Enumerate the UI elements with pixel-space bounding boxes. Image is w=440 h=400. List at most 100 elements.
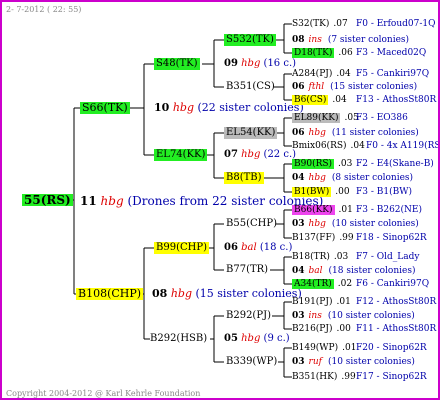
row-id[interactable]: B351(HK): [292, 372, 337, 382]
el74-mark: hbg: [241, 149, 261, 160]
right-ancestor-row: B191(PJ) .01 F12 - AthosSt80R: [292, 296, 436, 308]
b108-info: 08 hbg (15 sister colonies): [152, 288, 302, 300]
copyright: Copyright 2004-2012 @ Karl Kehrle Founda…: [6, 389, 201, 398]
row-id[interactable]: B66(KK): [292, 205, 335, 215]
b292hsb-info: 05 hbg (9 c.): [224, 333, 290, 345]
s66-mark: hbg: [172, 101, 194, 114]
node-b292hsb[interactable]: B292(HSB): [148, 333, 209, 345]
right-ancestor-row: A34(TR) .02 F6 - Cankiri97Q: [292, 278, 429, 290]
row-year: .01: [338, 205, 353, 215]
row-mark: ins: [308, 311, 322, 321]
node-b351cs[interactable]: B351(CS): [224, 81, 277, 93]
node-el74[interactable]: EL74(KK): [154, 149, 208, 161]
row-mark: hbg: [308, 173, 326, 183]
row-year: .99: [339, 233, 354, 243]
row-id[interactable]: B1(BW): [292, 187, 332, 197]
row-mark: fthl: [308, 82, 325, 92]
row-origin: F17 - Sinop62R: [356, 372, 427, 382]
b99-year: 06: [224, 242, 238, 253]
row-note: (15 sister colonies): [330, 82, 418, 92]
row-id[interactable]: Bmix06(RS): [292, 141, 347, 151]
row-note: (7 sister colonies): [327, 35, 410, 45]
row-year: .00: [335, 187, 350, 197]
node-b77[interactable]: B77(TR): [224, 264, 270, 276]
row-id[interactable]: S32(TK): [292, 19, 329, 29]
b99-mark: bal: [241, 242, 257, 253]
node-b55[interactable]: B55(CHP): [224, 218, 279, 230]
b292hsb-year: 05: [224, 333, 238, 344]
row-origin: F0 - Erfoud07-1Q: [356, 19, 436, 29]
s66-year: 10: [154, 101, 170, 114]
row-note: (8 sister colonies): [331, 173, 414, 183]
el74-year: 07: [224, 149, 238, 160]
row-origin: F3 - EO386: [356, 113, 408, 123]
right-mid-row: 03 ruf (10 sister colonies): [292, 356, 415, 368]
node-b108[interactable]: B108(CHP): [76, 288, 144, 300]
node-s532[interactable]: S532(TK): [224, 34, 276, 46]
row-year: .04: [350, 141, 365, 151]
row-id[interactable]: B149(WP): [292, 343, 338, 353]
row-id[interactable]: A284(PJ): [292, 69, 332, 79]
row-mark: hbg: [308, 219, 326, 229]
el74-info: 07 hbg (22 c.): [224, 149, 296, 161]
node-b292pj[interactable]: B292(PJ): [224, 310, 273, 322]
root-info: 11 hbg (Drones from 22 sister colonies): [80, 195, 323, 207]
node-s66[interactable]: S66(TK): [80, 102, 130, 114]
header-date: 2- 7-2012 ( 22: 55): [6, 5, 82, 14]
row-note: (10 sister colonies): [331, 219, 419, 229]
row-year: .00: [336, 324, 351, 334]
row-year: 04: [292, 173, 305, 183]
row-id[interactable]: B90(RS): [292, 159, 335, 169]
row-id[interactable]: B18(TR): [292, 252, 330, 262]
b292hsb-note: (9 c.): [263, 333, 290, 344]
right-mid-row: 04 hbg (8 sister colonies): [292, 172, 413, 184]
node-s48[interactable]: S48(TK): [154, 58, 200, 70]
node-el54[interactable]: EL54(KK): [224, 127, 278, 139]
row-origin: F18 - Sinop62R: [356, 233, 427, 243]
row-year: 04: [292, 266, 305, 276]
row-year: .02: [337, 279, 353, 289]
right-ancestor-row: B18(TR) .03 F7 - Old_Lady: [292, 251, 419, 263]
root-node[interactable]: 55(RS): [22, 194, 73, 206]
s66-note: (22 sister colonies): [197, 101, 304, 114]
row-id[interactable]: B191(PJ): [292, 297, 332, 307]
right-mid-row: 03 ins (10 sister colonies): [292, 310, 415, 322]
row-id[interactable]: A34(TR): [292, 279, 334, 289]
right-ancestor-row: B66(KK) .01 F3 - B262(NE): [292, 204, 422, 216]
row-id[interactable]: D18(TK): [292, 48, 335, 58]
right-mid-row: 06 hbg (11 sister colonies): [292, 127, 419, 139]
row-origin: F0 - 4x A119(RS): [366, 141, 440, 151]
right-ancestor-row: EL89(KK) .05 F3 - EO386: [292, 112, 408, 124]
row-year: 03: [292, 357, 305, 367]
s66-info: 10 hbg (22 sister colonies): [154, 102, 304, 114]
row-year: .06: [338, 48, 353, 58]
node-b8[interactable]: B8(TB): [224, 172, 264, 184]
right-ancestor-row: Bmix06(RS) .04 F0 - 4x A119(RS): [292, 140, 438, 152]
row-note: (18 sister colonies): [328, 266, 416, 276]
node-b339[interactable]: B339(WP): [224, 356, 279, 368]
right-ancestor-row: B90(RS) .03 F2 - E4(Skane-B): [292, 158, 434, 170]
b99-info: 06 bal (18 c.): [224, 242, 292, 254]
root-mark: hbg: [100, 194, 124, 208]
row-id[interactable]: B6(CS): [292, 95, 329, 105]
row-note: (10 sister colonies): [327, 311, 415, 321]
row-id[interactable]: B216(PJ): [292, 324, 332, 334]
s48-year: 09: [224, 58, 238, 69]
right-ancestor-row: A284(PJ) .04 F5 - Cankiri97Q: [292, 68, 429, 80]
row-year: 03: [292, 311, 305, 321]
row-year: .03: [338, 159, 353, 169]
right-mid-row: 04 bal (18 sister colonies): [292, 265, 415, 277]
row-origin: F5 - Cankiri97Q: [356, 69, 430, 79]
right-ancestor-row: B149(WP) .01 F20 - Sinop62R: [292, 342, 427, 354]
right-ancestor-row: B351(HK) .99 F17 - Sinop62R: [292, 371, 427, 383]
row-origin: F3 - B262(NE): [356, 205, 422, 215]
row-id[interactable]: EL89(KK): [292, 113, 341, 123]
node-b99[interactable]: B99(CHP): [154, 242, 209, 254]
right-ancestor-row: B137(FF) .99 F18 - Sinop62R: [292, 232, 427, 244]
row-mark: hbg: [308, 128, 326, 138]
row-origin: F11 - AthosSt80R: [356, 324, 437, 334]
b108-mark: hbg: [170, 287, 192, 300]
row-year: .04: [336, 69, 351, 79]
row-id[interactable]: B137(FF): [292, 233, 335, 243]
row-year: 06: [292, 82, 305, 92]
